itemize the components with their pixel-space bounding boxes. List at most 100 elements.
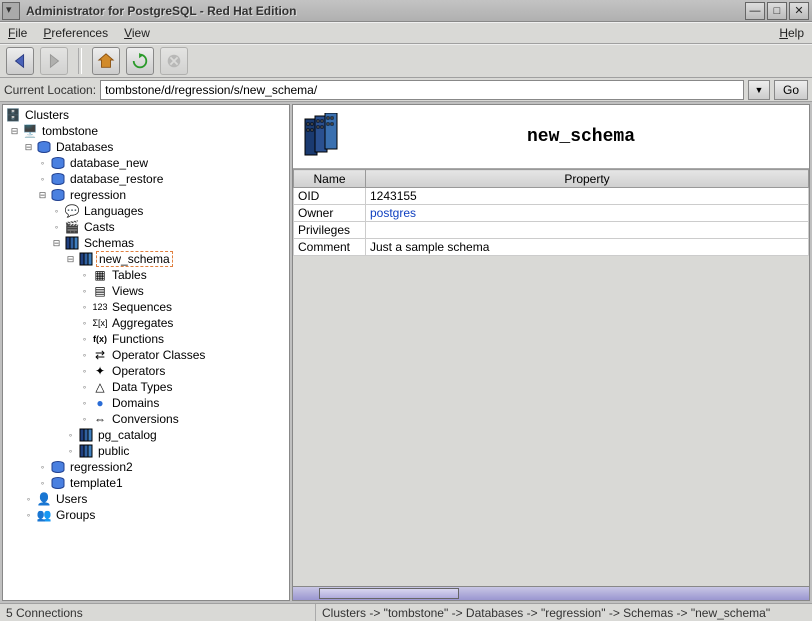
menu-preferences[interactable]: Preferences <box>39 24 112 42</box>
tree-schema-pg-catalog[interactable]: pg_catalog <box>3 427 289 443</box>
prop-val <box>366 222 809 239</box>
functions-icon: f(x) <box>92 332 108 346</box>
languages-icon: 💬 <box>64 204 80 218</box>
table-row[interactable]: OID1243155 <box>294 188 809 205</box>
tree-functions[interactable]: f(x)Functions <box>3 331 289 347</box>
window-title: Administrator for PostgreSQL - Red Hat E… <box>26 4 745 18</box>
tree-operator-classes[interactable]: ⇄Operator Classes <box>3 347 289 363</box>
tree-label: public <box>96 444 131 458</box>
prop-val: postgres <box>366 205 809 222</box>
table-row[interactable]: Privileges <box>294 222 809 239</box>
tree-label: Views <box>110 284 146 298</box>
tree-label: regression <box>68 188 128 202</box>
tree-schemas[interactable]: Schemas <box>3 235 289 251</box>
forward-button[interactable] <box>40 47 68 75</box>
location-dropdown[interactable]: ▼ <box>748 80 770 100</box>
minimize-button[interactable]: — <box>745 2 765 20</box>
back-icon <box>11 52 29 70</box>
prop-val: Just a sample schema <box>366 239 809 256</box>
tree-label: Domains <box>110 396 161 410</box>
schema-icon <box>78 252 94 266</box>
tree-label: Databases <box>54 140 115 154</box>
column-header-name[interactable]: Name <box>294 170 366 188</box>
status-bar: 5 Connections Clusters -> "tombstone" ->… <box>0 603 812 621</box>
refresh-button[interactable] <box>126 47 154 75</box>
maximize-button[interactable]: □ <box>767 2 787 20</box>
tree-schema-public[interactable]: public <box>3 443 289 459</box>
window-menu-icon[interactable] <box>2 2 20 20</box>
tree-label: regression2 <box>68 460 135 474</box>
stop-icon <box>165 52 183 70</box>
tree-tables[interactable]: ▦Tables <box>3 267 289 283</box>
tree-label: database_restore <box>68 172 165 186</box>
domains-icon: ● <box>92 396 108 410</box>
tree-label: Aggregates <box>110 316 175 330</box>
back-button[interactable] <box>6 47 34 75</box>
horizontal-scrollbar[interactable] <box>293 586 809 600</box>
database-icon <box>50 476 66 490</box>
table-row[interactable]: CommentJust a sample schema <box>294 239 809 256</box>
tree-databases[interactable]: Databases <box>3 139 289 155</box>
tree-label: Data Types <box>110 380 174 394</box>
toolbar <box>0 44 812 78</box>
tree-label: Languages <box>82 204 145 218</box>
tree-clusters[interactable]: 🗄️ Clusters <box>3 107 289 123</box>
tree-schema-new-schema[interactable]: new_schema <box>3 251 289 267</box>
table-row[interactable]: Ownerpostgres <box>294 205 809 222</box>
tree-label: Users <box>54 492 89 506</box>
close-button[interactable]: ✕ <box>789 2 809 20</box>
menu-view[interactable]: View <box>120 24 154 42</box>
prop-key: Privileges <box>294 222 366 239</box>
stop-button[interactable] <box>160 47 188 75</box>
tree-operators[interactable]: ✦Operators <box>3 363 289 379</box>
tree-label: tombstone <box>40 124 100 138</box>
location-label: Current Location: <box>4 83 96 97</box>
prop-val: 1243155 <box>366 188 809 205</box>
tree-views[interactable]: ▤Views <box>3 283 289 299</box>
server-icon: 🖥️ <box>22 124 38 138</box>
tree-label: Tables <box>110 268 149 282</box>
database-icon <box>36 140 52 154</box>
users-icon: 👤 <box>36 492 52 506</box>
tree-label: Clusters <box>23 108 71 122</box>
tree-users[interactable]: 👤Users <box>3 491 289 507</box>
database-icon <box>50 188 66 202</box>
tree-label: Casts <box>82 220 117 234</box>
go-button[interactable]: Go <box>774 80 808 100</box>
location-input[interactable] <box>100 80 744 100</box>
tree-db-database-restore[interactable]: database_restore <box>3 171 289 187</box>
schema-icon <box>78 428 94 442</box>
status-breadcrumb: Clusters -> "tombstone" -> Databases -> … <box>316 604 812 621</box>
tree-domains[interactable]: ●Domains <box>3 395 289 411</box>
forward-icon <box>45 52 63 70</box>
tree-aggregates[interactable]: Σ[x]Aggregates <box>3 315 289 331</box>
clusters-icon: 🗄️ <box>5 108 21 122</box>
object-tree[interactable]: 🗄️ Clusters 🖥️ tombstone <box>3 105 289 600</box>
detail-panel: new_schema Name Property OID1243155 Owne… <box>292 104 810 601</box>
tree-groups[interactable]: 👥Groups <box>3 507 289 523</box>
schema-icon <box>78 444 94 458</box>
tree-db-regression[interactable]: regression <box>3 187 289 203</box>
operator-classes-icon: ⇄ <box>92 348 108 362</box>
home-button[interactable] <box>92 47 120 75</box>
owner-link[interactable]: postgres <box>370 206 416 220</box>
database-icon <box>50 460 66 474</box>
tables-icon: ▦ <box>92 268 108 282</box>
tree-label: new_schema <box>96 251 173 267</box>
tree-cluster-tombstone[interactable]: 🖥️ tombstone <box>3 123 289 139</box>
menu-file[interactable]: File <box>4 24 31 42</box>
prop-key: OID <box>294 188 366 205</box>
tree-db-regression2[interactable]: regression2 <box>3 459 289 475</box>
tree-sequences[interactable]: 123Sequences <box>3 299 289 315</box>
tree-db-database-new[interactable]: database_new <box>3 155 289 171</box>
tree-conversions[interactable]: ⇔Conversions <box>3 411 289 427</box>
tree-casts[interactable]: 🎬Casts <box>3 219 289 235</box>
tree-languages[interactable]: 💬Languages <box>3 203 289 219</box>
menu-help[interactable]: Help <box>775 24 808 42</box>
sequences-icon: 123 <box>92 300 108 314</box>
tree-data-types[interactable]: △Data Types <box>3 379 289 395</box>
menubar: File Preferences View Help <box>0 22 812 44</box>
column-header-property[interactable]: Property <box>366 170 809 188</box>
tree-db-template1[interactable]: template1 <box>3 475 289 491</box>
scrollbar-thumb[interactable] <box>319 588 459 599</box>
